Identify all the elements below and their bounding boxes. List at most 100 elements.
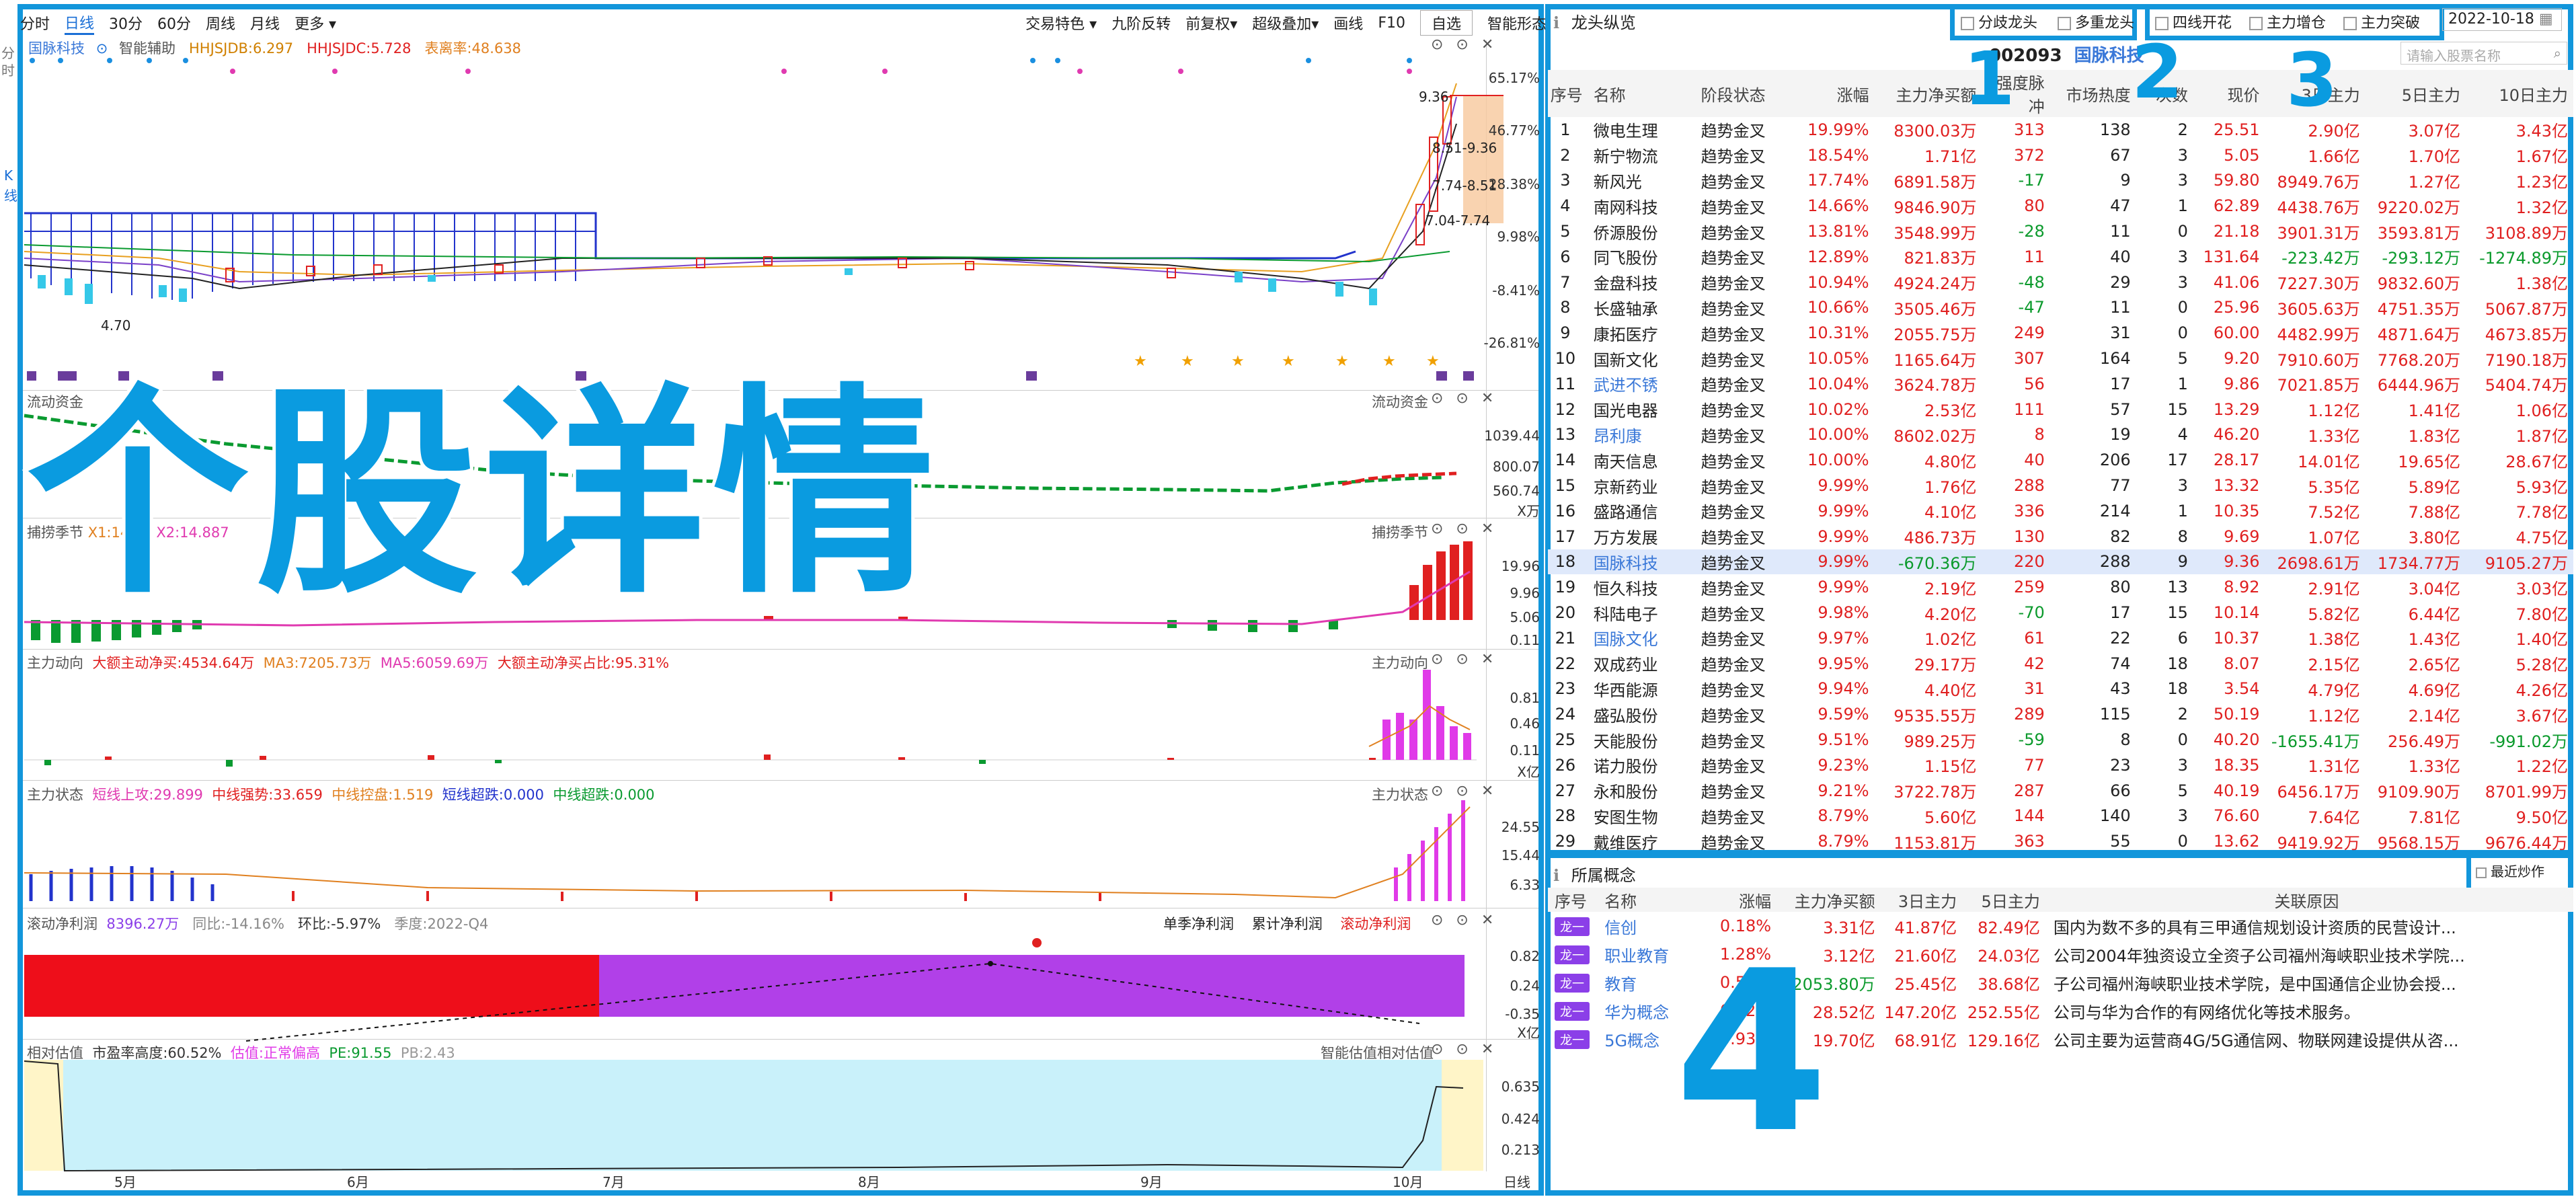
valuation-axis-label: 0.424: [1501, 1111, 1540, 1127]
table-cell: 9.99%: [1818, 527, 1869, 546]
tab-cumulative[interactable]: 累计净利润: [1252, 916, 1323, 932]
main-dir-axis-label: 0.46: [1510, 715, 1540, 732]
watchlist-button[interactable]: 自选: [1419, 10, 1473, 36]
table-row[interactable]: 18 国脉科技 趋势金叉 9.99% -670.36万 220 288 9 9.36 2698.6…: [1548, 549, 2573, 575]
period-label[interactable]: 日线: [1504, 1171, 1530, 1191]
stock-name-label[interactable]: 国脉科技: [28, 40, 85, 56]
ranking-column-header[interactable]: 名称: [1588, 70, 1696, 117]
table-row[interactable]: 20 科陆电子 趋势金叉 9.98% 4.20亿 -70 17 15 10.14 5.82亿 6.4…: [1548, 600, 2573, 625]
filter-split[interactable]: 分歧龙头: [1961, 11, 2037, 32]
table-row[interactable]: 29 戴维医疗 趋势金叉 8.79% 1153.81万 363 55 0 13.62 9419.9…: [1548, 828, 2573, 854]
concept-column-header[interactable]: 关联原因: [2046, 888, 2573, 912]
ranking-column-header[interactable]: 涨幅: [1803, 70, 1875, 117]
table-row[interactable]: 10 国新文化 趋势金叉 10.05% 1165.64万 307 164 5 9.20 7910.…: [1548, 346, 2573, 371]
table-row[interactable]: 13 昂利康 趋势金叉 10.00% 8602.02万 8 19 4 46.20 1.33亿 1.8…: [1548, 422, 2573, 448]
table-row[interactable]: 25 天能股份 趋势金叉 9.51% 989.25万 -59 8 0 40.20 -1655.41…: [1548, 727, 2573, 752]
table-row[interactable]: 22 双成药业 趋势金叉 9.95% 29.17万 42 74 18 8.07 2.15亿 2.65…: [1548, 651, 2573, 676]
ranking-column-header[interactable]: 序号: [1548, 70, 1588, 117]
table-cell: 0: [2177, 298, 2188, 317]
stock-search-input[interactable]: 请输入股票名称 ⌕: [2401, 42, 2567, 65]
table-row[interactable]: 15 京新药业 趋势金叉 9.99% 1.76亿 288 77 3 13.32 5.35亿 5.89…: [1548, 473, 2573, 498]
table-cell: 3.54: [2224, 679, 2260, 699]
table-row[interactable]: 8 长盛轴承 趋势金叉 10.66% 3505.46万 -47 11 0 25.96 3605.6…: [1548, 295, 2573, 321]
concept-column-header[interactable]: 涨幅: [1701, 888, 1779, 912]
table-cell: 115: [2099, 705, 2131, 724]
table-row[interactable]: 26 诺力股份 趋势金叉 9.23% 1.15亿 77 23 3 18.35 1.31亿 1.33亿…: [1548, 752, 2573, 778]
table-cell: 1.67亿: [2515, 147, 2568, 167]
table-cell: 2698.61万: [2265, 549, 2366, 575]
trade-feature-menu[interactable]: 交易特色 ▾: [1025, 12, 1097, 34]
table-cell: 趋势金叉: [1701, 808, 1766, 827]
filter-breakout[interactable]: 主力突破: [2343, 11, 2420, 32]
concept-column-header[interactable]: 名称: [1598, 888, 1702, 912]
table-cell: 4751.35万: [2377, 299, 2461, 319]
table-cell: 18.54%: [1807, 145, 1869, 165]
table-row[interactable]: 3 新风光 趋势金叉 17.74% 6891.58万 -17 9 3 59.80 8949.76万…: [1548, 168, 2573, 194]
smart-pattern-button[interactable]: 智能形态: [1487, 12, 1547, 34]
side-tab-kline[interactable]: K线: [4, 165, 17, 206]
tab-single-quarter[interactable]: 单季净利润: [1163, 916, 1234, 932]
table-row[interactable]: 4 南网科技 趋势金叉 14.66% 9846.90万 80 47 1 62.89 4438.76…: [1548, 193, 2573, 219]
table-cell: 趋势金叉: [1701, 681, 1766, 700]
more-menu[interactable]: 更多 ▾: [295, 12, 336, 34]
table-row[interactable]: 5 侨源股份 趋势金叉 13.81% 3548.99万 -28 11 0 21.18 3901.3…: [1548, 219, 2573, 244]
table-row[interactable]: 17 万方发展 趋势金叉 9.99% 486.73万 130 82 8 9.69 1.07亿 3.8…: [1548, 524, 2573, 549]
date-picker[interactable]: 2022-10-18 ▦: [2442, 8, 2562, 31]
tab-30min[interactable]: 30分: [109, 12, 143, 34]
table-row[interactable]: 6 同飞股份 趋势金叉 12.89% 821.83万 11 40 3 131.64 -223.42…: [1548, 244, 2573, 270]
table-row[interactable]: 21 国脉文化 趋势金叉 9.97% 1.02亿 61 22 6 10.37 1.38亿 1.43亿…: [1548, 625, 2573, 651]
table-row[interactable]: 12 国光电器 趋势金叉 10.02% 2.53亿 111 57 15 13.29 1.12亿 1.…: [1548, 397, 2573, 422]
table-cell: 7.64亿: [2308, 808, 2360, 827]
table-cell: 9.99%: [1818, 501, 1869, 520]
table-cell: 9.36: [2193, 549, 2265, 575]
svg-text:★: ★: [1134, 353, 1147, 370]
ranking-column-header[interactable]: 阶段状态: [1695, 70, 1803, 117]
table-cell: 3548.99万: [1894, 223, 1977, 243]
overlay-menu[interactable]: 超级叠加▾: [1252, 12, 1319, 34]
table-row[interactable]: 27 永和股份 趋势金叉 9.21% 3722.78万 287 66 5 40.19 6456.1…: [1548, 778, 2573, 804]
table-row[interactable]: 7 金盘科技 趋势金叉 10.94% 4924.24万 -48 29 3 41.06 7227.3…: [1548, 270, 2573, 295]
tab-60min[interactable]: 60分: [157, 12, 191, 34]
draw-line-button[interactable]: 画线: [1333, 12, 1363, 34]
table-row[interactable]: 16 盛路通信 趋势金叉 9.99% 4.10亿 336 214 1 10.35 7.52亿 7.8…: [1548, 498, 2573, 524]
svg-text:★: ★: [1231, 353, 1245, 370]
ranking-column-header[interactable]: 5日主力: [2365, 70, 2466, 117]
table-row[interactable]: 24 盛弘股份 趋势金叉 9.59% 9535.55万 289 115 2 50.19 1.12亿…: [1548, 701, 2573, 727]
filter-inflow[interactable]: 主力增仓: [2249, 11, 2326, 32]
ranking-column-header[interactable]: 10日主力: [2466, 70, 2573, 117]
nine-reversal-button[interactable]: 九阶反转: [1111, 12, 1171, 34]
table-row[interactable]: 14 南天信息 趋势金叉 10.00% 4.80亿 40 206 17 28.17 14.01亿 1…: [1548, 447, 2573, 473]
concept-column-header[interactable]: 5日主力: [1963, 888, 2047, 912]
table-cell: 4.20亿: [1924, 605, 1977, 624]
table-row[interactable]: 2 新宁物流 趋势金叉 18.54% 1.71亿 372 67 3 5.05 1.66亿 1.70亿…: [1548, 143, 2573, 168]
concept-column-header[interactable]: 序号: [1548, 888, 1598, 912]
panel-controls[interactable]: ⊙ ⊙ ✕: [1431, 36, 1497, 53]
filter-multi[interactable]: 多重龙头: [2058, 11, 2134, 32]
ranking-column-header[interactable]: 市场热度: [2050, 70, 2136, 117]
recent-hype-checkbox[interactable]: 最近炒作: [2476, 861, 2544, 880]
table-cell: 趋势金叉: [1701, 732, 1766, 751]
table-row[interactable]: 19 恒久科技 趋势金叉 9.99% 2.19亿 259 80 13 8.92 2.91亿 3.04…: [1548, 574, 2573, 600]
panel-controls[interactable]: ⊙ ⊙ ✕: [1431, 912, 1497, 929]
tab-intraday[interactable]: 分时: [20, 12, 50, 34]
table-row[interactable]: 1 微电生理 趋势金叉 19.99% 8300.03万 313 138 2 25.51 2.90亿…: [1548, 117, 2573, 143]
table-row[interactable]: 28 安图生物 趋势金叉 8.79% 5.60亿 144 140 3 76.60 7.64亿 7.8…: [1548, 804, 2573, 829]
tab-monthly[interactable]: 月线: [250, 12, 280, 34]
tab-weekly[interactable]: 周线: [206, 12, 235, 34]
tab-rolling[interactable]: 滚动净利润: [1340, 916, 1411, 932]
panel-controls[interactable]: ⊙ ⊙ ✕: [1431, 1041, 1497, 1058]
side-tab-intraday[interactable]: 分时: [1, 44, 15, 79]
dropdown-icon[interactable]: ⊙: [96, 40, 108, 56]
f10-button[interactable]: F10: [1378, 15, 1405, 32]
table-cell: 科陆电子: [1593, 605, 1658, 624]
concept-column-header[interactable]: 主力净买额: [1778, 888, 1882, 912]
concept-column-header[interactable]: 3日主力: [1881, 888, 1964, 912]
table-row[interactable]: 9 康拓医疗 趋势金叉 10.31% 2055.75万 249 31 0 60.00 4482.9…: [1548, 320, 2573, 346]
svg-text:★: ★: [1282, 353, 1295, 370]
tab-daily[interactable]: 日线: [65, 11, 95, 35]
table-row[interactable]: 23 华西能源 趋势金叉 9.94% 4.40亿 31 43 18 3.54 4.79亿 4.69亿…: [1548, 676, 2573, 702]
adjust-menu[interactable]: 前复权▾: [1185, 12, 1237, 34]
table-row[interactable]: 11 武进不锈 趋势金叉 10.04% 3624.78万 56 17 1 9.86 7021.85…: [1548, 371, 2573, 397]
ranking-column-header[interactable]: 现价: [2193, 70, 2265, 117]
table-cell: 昂利康: [1593, 426, 1642, 446]
